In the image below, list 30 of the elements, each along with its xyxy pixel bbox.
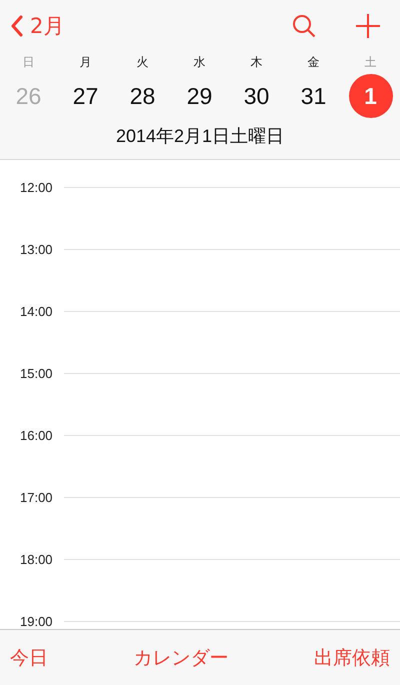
back-button[interactable]: 2月 — [10, 12, 64, 40]
toolbar-button[interactable]: カレンダー — [134, 644, 228, 670]
day-button[interactable]: 26 — [6, 74, 50, 118]
hour-label: 15:00 — [19, 366, 54, 380]
day-button[interactable]: 29 — [178, 74, 222, 118]
weekday-label: 金 — [308, 54, 320, 71]
weekday-label: 土 — [364, 54, 376, 71]
toolbar-button[interactable]: 今日 — [10, 644, 48, 670]
day-button[interactable]: 31 — [292, 74, 336, 118]
day-button[interactable]: 30 — [234, 74, 278, 118]
weekday-label: 月 — [80, 54, 92, 71]
weekday-label: 木 — [250, 54, 262, 71]
date-title: 2014年2月1日土曜日 — [114, 125, 286, 148]
search-icon[interactable] — [292, 14, 316, 38]
hour-label: 14:00 — [19, 304, 54, 318]
hour-label: 16:00 — [19, 428, 54, 442]
weekday-label: 火 — [136, 54, 148, 71]
hour-label: 19:00 — [19, 614, 54, 628]
add-icon[interactable] — [356, 14, 380, 38]
hour-label: 13:00 — [19, 242, 54, 256]
day-button[interactable]: 1 — [348, 74, 392, 118]
weekday-label: 日 — [22, 54, 34, 71]
back-chevron-icon — [10, 15, 24, 37]
toolbar-button[interactable]: 出席依頼 — [314, 644, 390, 670]
day-button[interactable]: 27 — [64, 74, 108, 118]
hour-label: 18:00 — [19, 552, 54, 566]
hour-label: 12:00 — [19, 180, 54, 194]
day-button[interactable]: 28 — [120, 74, 164, 118]
hour-label: 17:00 — [19, 490, 54, 504]
weekday-label: 水 — [194, 54, 206, 71]
